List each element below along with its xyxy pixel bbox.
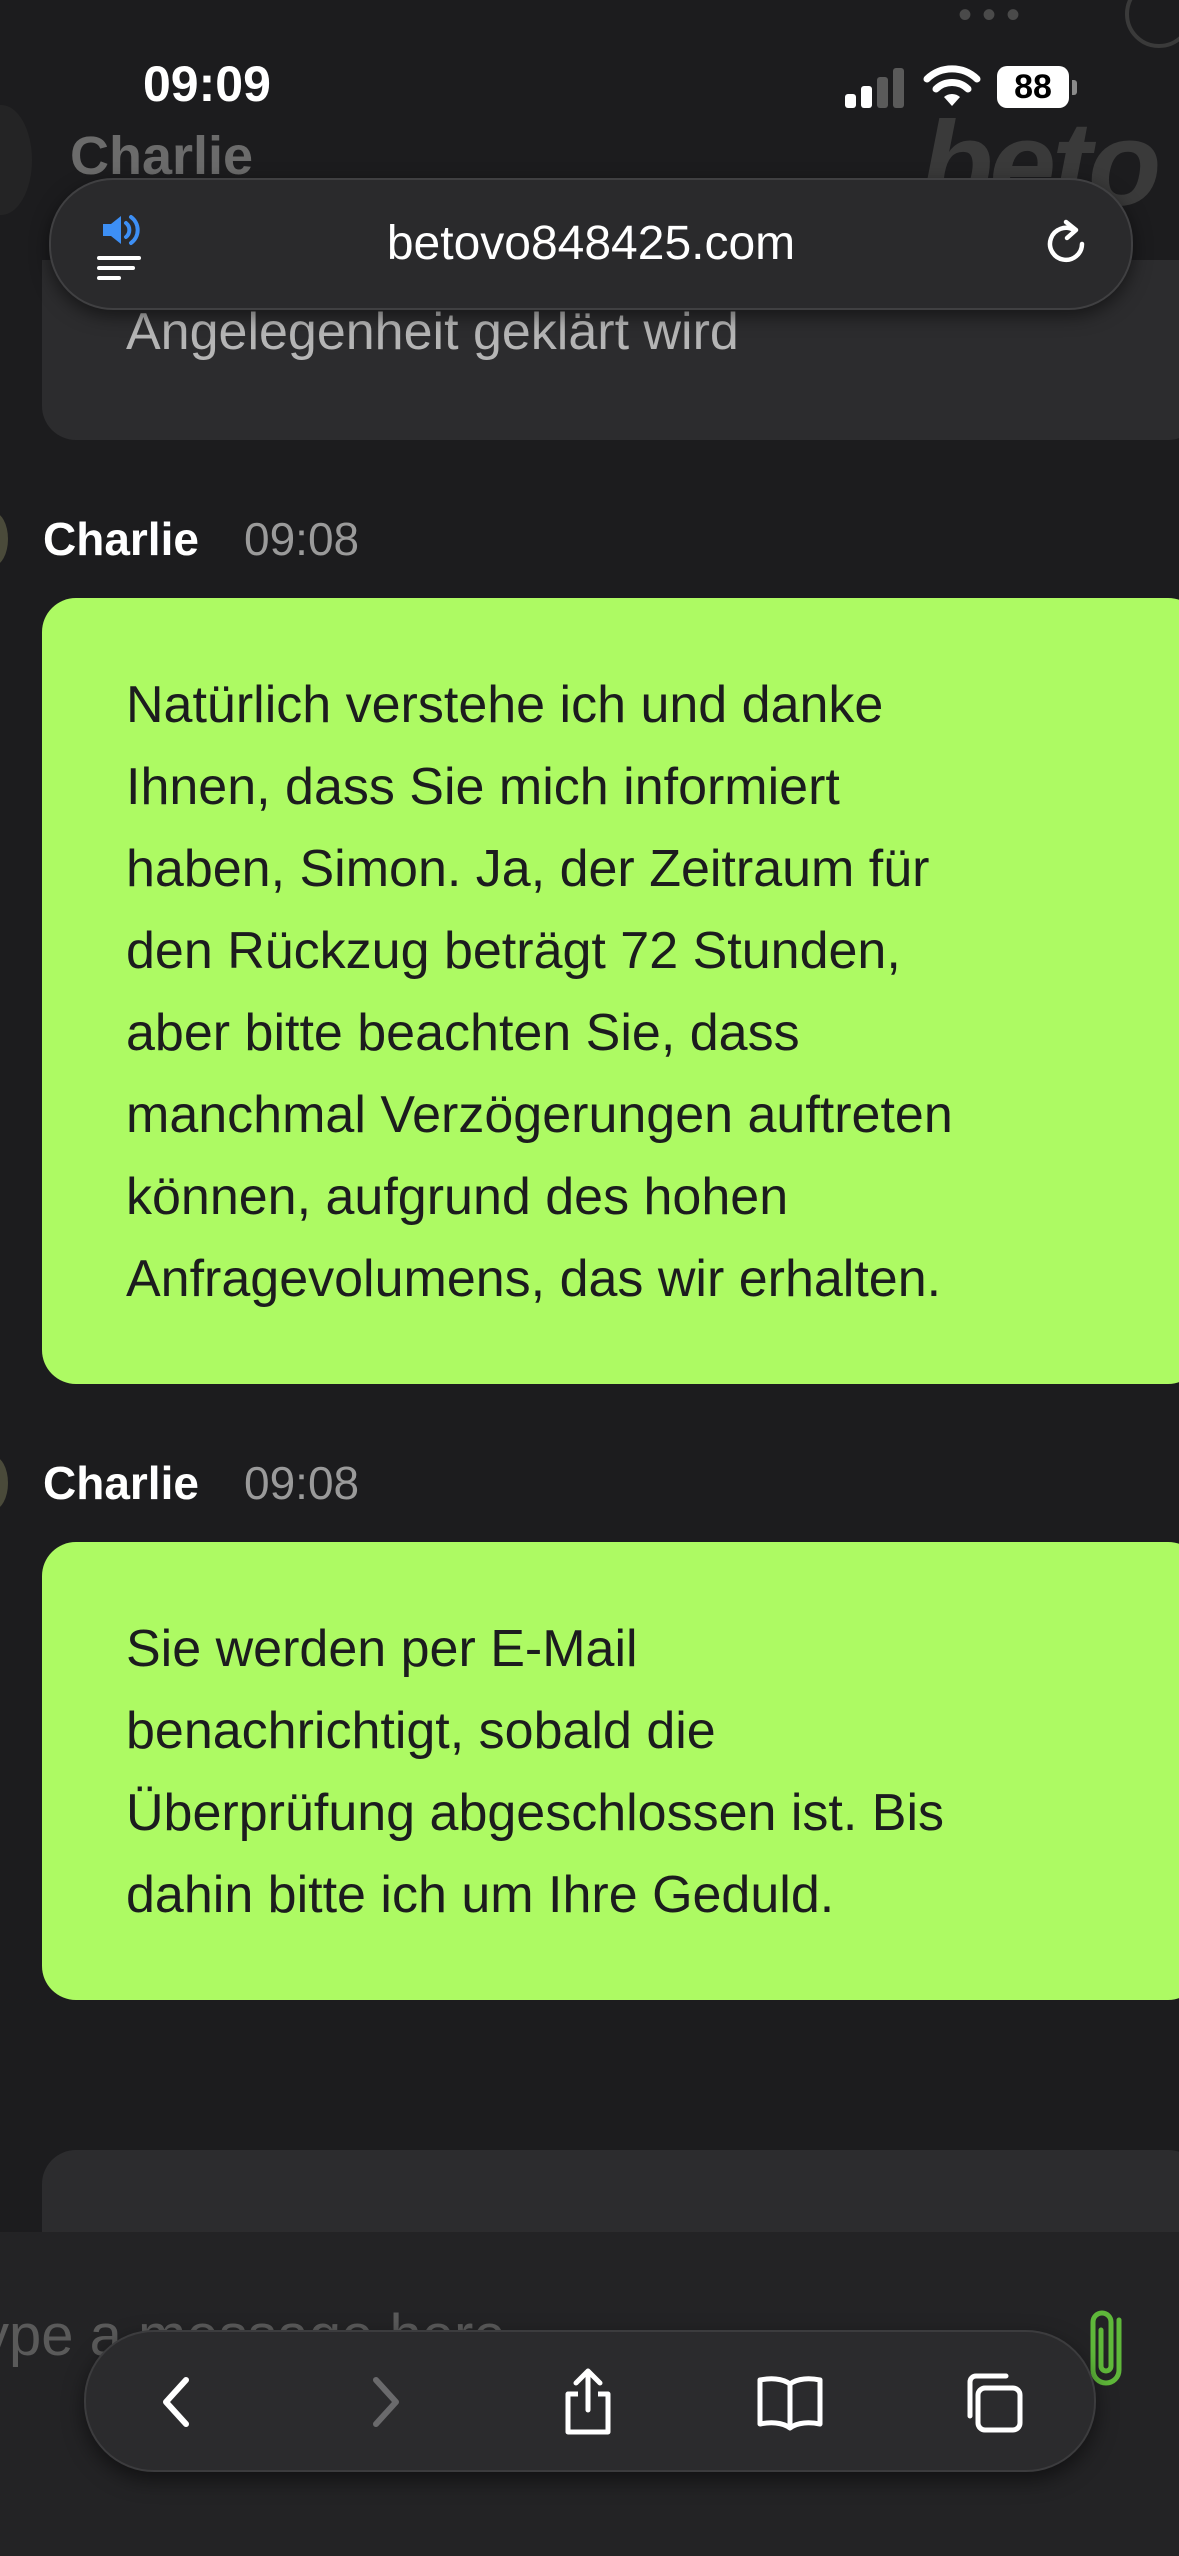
reload-icon[interactable] <box>1036 214 1096 274</box>
avatar <box>0 1456 8 1510</box>
chevron-left-icon <box>163 2377 189 2427</box>
avatar <box>0 512 8 566</box>
message-line: Natürlich verstehe ich und danke <box>126 676 884 734</box>
cellular-signal-icon <box>845 66 905 108</box>
message-line: benachrichtigt, sobald die <box>126 1702 716 1760</box>
forward-button[interactable] <box>348 2366 420 2438</box>
message-line: können, aufgrund des hohen <box>126 1168 789 1226</box>
message-line: manchmal Verzögerungen auftreten <box>126 1086 953 1144</box>
chevron-right-icon <box>373 2377 399 2427</box>
message-sender: Charlie <box>43 1457 199 1509</box>
battery-nub <box>1072 80 1077 95</box>
tabs-icon <box>967 2373 1023 2433</box>
wifi-icon <box>923 65 981 106</box>
share-icon <box>565 2368 611 2435</box>
more-dots-icon[interactable]: ••• <box>958 0 1030 35</box>
bookmarks-button[interactable] <box>754 2366 826 2438</box>
message-line: den Rückzug beträgt 72 Stunden, <box>126 922 901 980</box>
message-line: Sie werden per E-Mail <box>126 1620 638 1678</box>
share-button[interactable] <box>552 2366 624 2438</box>
message-time: 09:08 <box>244 513 360 565</box>
message-line: Anfragevolumens, das wir erhalten. <box>126 1250 942 1308</box>
message-bubble: Sie werden per E-Mail benachrichtigt, so… <box>42 1542 1179 2000</box>
message-line: Ihnen, dass Sie mich informiert <box>126 758 840 816</box>
message-bubble: Natürlich verstehe ich und danke Ihnen, … <box>42 598 1179 1384</box>
message-time: 09:08 <box>244 1457 360 1509</box>
message-text: Sie werden per E-Mail benachrichtigt, so… <box>126 1608 1136 1936</box>
address-bar[interactable]: betovo848425.com <box>49 178 1133 310</box>
message-text: Natürlich verstehe ich und danke Ihnen, … <box>126 664 1136 1320</box>
book-icon <box>757 2376 823 2431</box>
status-time: 09:09 <box>143 56 271 112</box>
tabs-button[interactable] <box>956 2366 1028 2438</box>
message-line: Überprüfung abgeschlossen ist. Bis <box>126 1784 945 1842</box>
message-line: haben, Simon. Ja, der Zeitraum für <box>126 840 930 898</box>
message-line: aber bitte beachten Sie, dass <box>126 1004 800 1062</box>
battery-indicator: 88 <box>997 66 1069 108</box>
message-sender: Charlie <box>43 513 199 565</box>
browser-toolbar <box>84 2330 1096 2472</box>
back-button[interactable] <box>142 2366 214 2438</box>
url-domain[interactable]: betovo848425.com <box>51 216 1131 271</box>
message-line: dahin bitte ich um Ihre Geduld. <box>126 1866 835 1924</box>
previous-message-text: Angelegenheit geklärt wird <box>126 303 739 361</box>
